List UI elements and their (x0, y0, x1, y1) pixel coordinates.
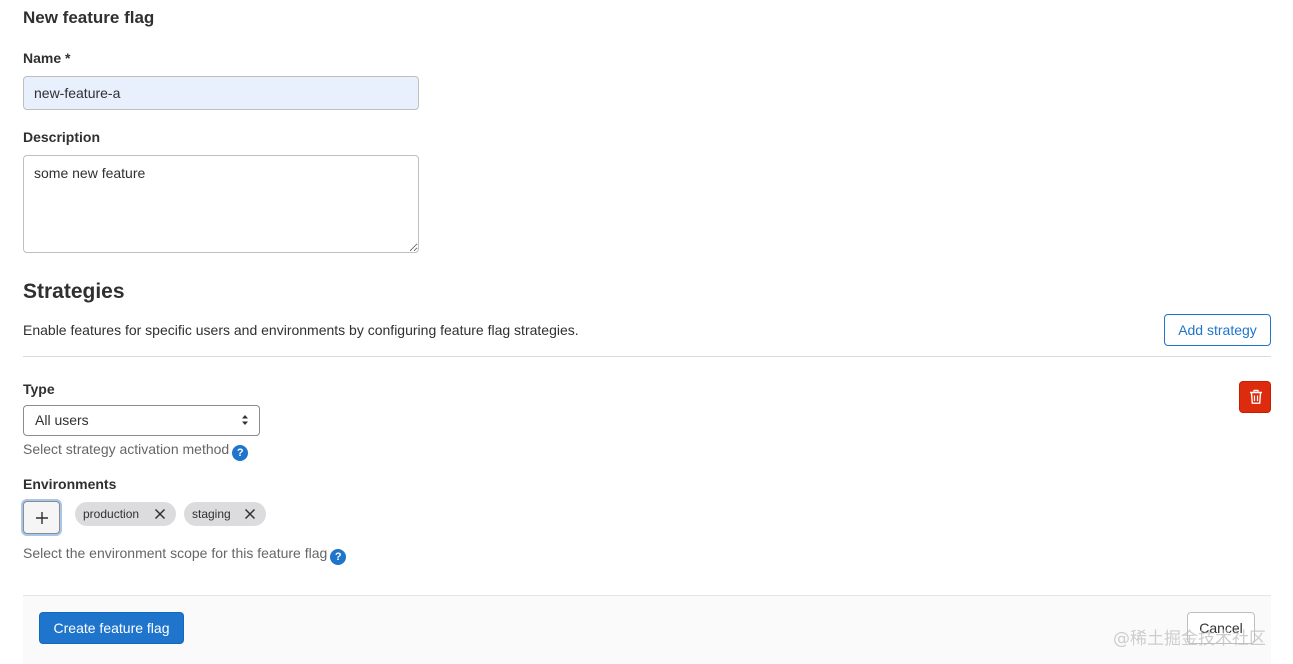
type-label: Type (23, 381, 55, 397)
strategy-type-select[interactable]: All users (23, 405, 260, 436)
environment-chip-label: staging (192, 507, 231, 521)
environment-chip-staging: staging (184, 502, 266, 526)
form-footer (23, 595, 1271, 664)
trash-icon (1250, 389, 1262, 404)
strategies-divider (23, 356, 1271, 357)
name-input[interactable] (23, 76, 419, 110)
select-arrows-icon (242, 415, 248, 425)
strategy-type-value: All users (35, 412, 89, 428)
name-label: Name * (23, 50, 71, 66)
new-feature-flag-page: New feature flag Name * Description some… (0, 0, 1293, 664)
description-label: Description (23, 129, 101, 145)
add-strategy-button[interactable]: Add strategy (1164, 314, 1271, 346)
description-textarea[interactable]: some new feature (23, 155, 419, 253)
plus-icon (36, 512, 48, 524)
watermark: @稀土掘金技术社区 (1113, 629, 1266, 649)
environments-help-label: Select the environment scope for this fe… (23, 545, 328, 561)
type-help-text: Select strategy activation method? (23, 441, 249, 461)
create-feature-flag-button[interactable]: Create feature flag (39, 612, 184, 644)
delete-strategy-button[interactable] (1239, 381, 1271, 413)
environments-label: Environments (23, 476, 117, 492)
close-icon[interactable] (154, 508, 166, 520)
environments-help-text: Select the environment scope for this fe… (23, 545, 347, 565)
type-help-label: Select strategy activation method (23, 441, 230, 457)
strategies-heading: Strategies (23, 280, 125, 303)
close-icon[interactable] (244, 508, 256, 520)
question-circle-icon[interactable]: ? (232, 445, 249, 461)
page-title: New feature flag (23, 8, 155, 27)
strategies-description: Enable features for specific users and e… (23, 322, 579, 338)
environment-chip-label: production (83, 507, 140, 521)
question-circle-icon[interactable]: ? (330, 549, 347, 565)
environment-chip-production: production (75, 502, 176, 526)
add-environment-button[interactable] (23, 501, 60, 534)
